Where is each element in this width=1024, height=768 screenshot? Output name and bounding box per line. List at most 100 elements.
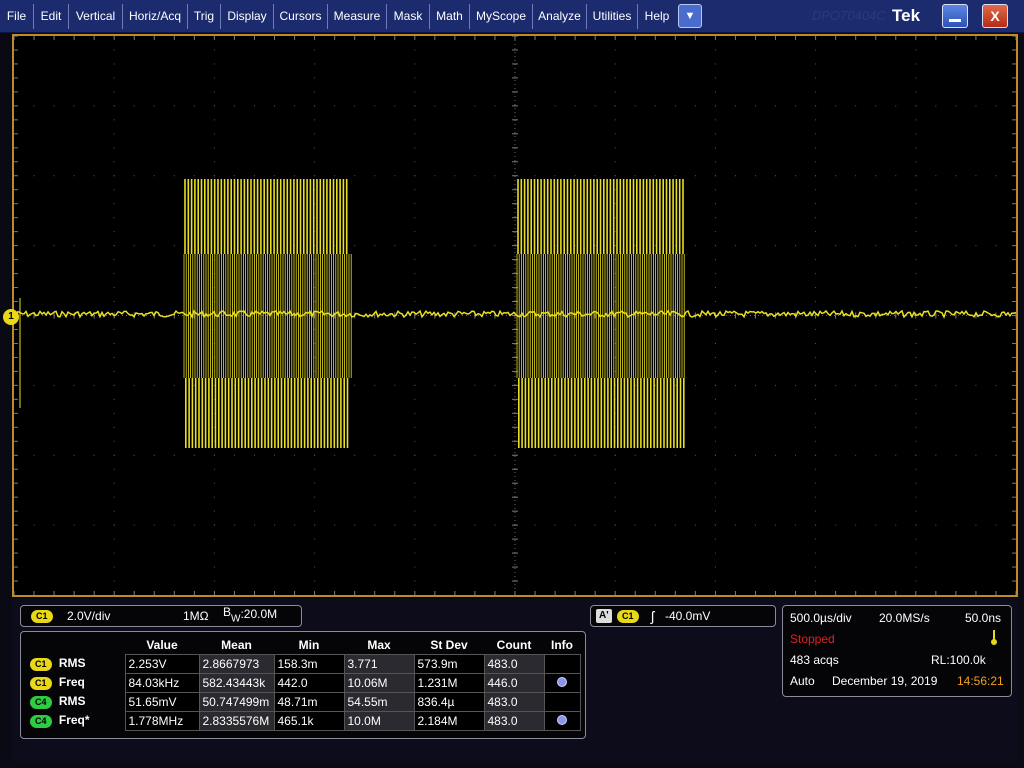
menu-vertical[interactable]: Vertical — [69, 0, 122, 33]
grid-dot — [634, 175, 636, 177]
grid-dot — [915, 538, 917, 540]
grid-dot — [714, 231, 716, 233]
table-row[interactable]: C1 Freq 84.03kHz 582.43443k 442.0 10.06M… — [27, 672, 581, 693]
info-icon[interactable] — [557, 714, 567, 725]
grid-dot — [614, 566, 616, 568]
grid-dot — [314, 175, 316, 177]
grid-dot — [875, 105, 877, 107]
ch1-ground-marker[interactable]: 1 — [3, 309, 19, 325]
grid-dot — [314, 133, 316, 135]
minimize-button[interactable] — [942, 4, 968, 28]
grid-dot — [253, 524, 255, 526]
menu-file[interactable]: File — [0, 0, 33, 33]
menu-measure[interactable]: Measure — [328, 0, 386, 33]
grid-dot — [935, 245, 937, 247]
grid-dot — [113, 161, 115, 163]
grid-dot — [594, 105, 596, 107]
grid-dot — [895, 384, 897, 386]
grid-dot — [714, 552, 716, 554]
grid-dot — [875, 524, 877, 526]
trigger-settings-box[interactable]: A' C1 ʃ -40.0mV — [590, 605, 776, 627]
grid-dot — [93, 105, 95, 107]
grid-dot — [93, 175, 95, 177]
grid-dot — [113, 77, 115, 79]
grid-dot — [414, 356, 416, 358]
grid-dot — [113, 189, 115, 191]
grid-dot — [714, 580, 716, 582]
menu-dropdown-button[interactable]: ▼ — [678, 4, 702, 28]
grid-dot — [915, 161, 917, 163]
grid-dot — [694, 245, 696, 247]
menu-analyze[interactable]: Analyze — [533, 0, 586, 33]
bw-value: :20.0M — [240, 607, 278, 621]
grid-dot — [714, 245, 716, 247]
grid-dot — [113, 524, 115, 526]
grid-dot — [935, 105, 937, 107]
menu-utilities[interactable]: Utilities — [587, 0, 637, 33]
menu-myscope[interactable]: MyScope — [470, 0, 532, 33]
cell-max: 10.0M — [343, 710, 415, 731]
table-row[interactable]: C4 Freq* 1.778MHz 2.8335576M 465.1k 10.0… — [27, 710, 581, 731]
grid-dot — [915, 105, 917, 107]
table-row[interactable]: C4 RMS 51.65mV 50.747499m 48.71m 54.55m … — [27, 691, 581, 712]
menu-cursors[interactable]: Cursors — [274, 0, 327, 33]
menu-mask[interactable]: Mask — [387, 0, 429, 33]
menu-edit[interactable]: Edit — [34, 0, 68, 33]
menu-trig[interactable]: Trig — [188, 0, 220, 33]
channel-settings-box[interactable]: C1 2.0V/div 1MΩ BW:20.0M — [20, 605, 302, 627]
grid-dot — [815, 133, 817, 135]
menu-math[interactable]: Math — [430, 0, 469, 33]
grid-dot — [815, 147, 817, 149]
waveform-display[interactable] — [12, 34, 1018, 597]
grid-dot — [754, 454, 756, 456]
grid-dot — [614, 105, 616, 107]
cell-info[interactable] — [543, 710, 581, 731]
grid-dot — [213, 161, 215, 163]
grid-dot — [714, 356, 716, 358]
grid-dot — [815, 273, 817, 275]
grid-dot — [153, 105, 155, 107]
grid-dot — [855, 105, 857, 107]
acquisition-box[interactable]: 500.0µs/div 20.0MS/s 50.0ns Stopped 483 … — [782, 605, 1012, 697]
grid-dot — [314, 496, 316, 498]
grid-dot — [915, 356, 917, 358]
grid-dot — [534, 524, 536, 526]
grid-dot — [414, 426, 416, 428]
grid-dot — [815, 370, 817, 372]
grid-dot — [614, 77, 616, 79]
grid-dot — [334, 105, 336, 107]
measurement-table-box[interactable]: Value Mean Min Max St Dev Count Info C1 … — [20, 631, 586, 739]
grid-dot — [915, 273, 917, 275]
sample-rate: 20.0MS/s — [879, 611, 930, 625]
grid-dot — [915, 217, 917, 219]
grid-dot — [314, 63, 316, 65]
grid-dot — [414, 105, 416, 107]
grid-dot — [414, 175, 416, 177]
grid-dot — [634, 105, 636, 107]
cell-info[interactable] — [543, 672, 581, 693]
cell-count: 446.0 — [483, 672, 545, 693]
grid-dot — [73, 384, 75, 386]
grid-dot — [714, 496, 716, 498]
menu-horiz-acq[interactable]: Horiz/Acq — [123, 0, 187, 33]
table-row[interactable]: C1 RMS 2.253V 2.8667973 158.3m 3.771 573… — [27, 653, 581, 674]
grid-dot — [594, 454, 596, 456]
grid-dot — [815, 259, 817, 261]
cell-value: 51.65mV — [124, 691, 200, 712]
grid-dot — [414, 217, 416, 219]
info-icon[interactable] — [557, 676, 567, 687]
grid-dot — [815, 161, 817, 163]
grid-dot — [915, 133, 917, 135]
grid-dot — [334, 454, 336, 456]
grid-dot — [614, 496, 616, 498]
grid-dot — [314, 91, 316, 93]
grid-dot — [414, 342, 416, 344]
cell-info — [543, 691, 581, 712]
grid-dot — [654, 384, 656, 386]
menu-help[interactable]: Help — [638, 0, 676, 33]
menu-display[interactable]: Display — [221, 0, 273, 33]
close-button[interactable]: X — [982, 4, 1008, 28]
grid-dot — [654, 524, 656, 526]
cell-max: 10.06M — [343, 672, 415, 693]
grid-dot — [835, 454, 837, 456]
